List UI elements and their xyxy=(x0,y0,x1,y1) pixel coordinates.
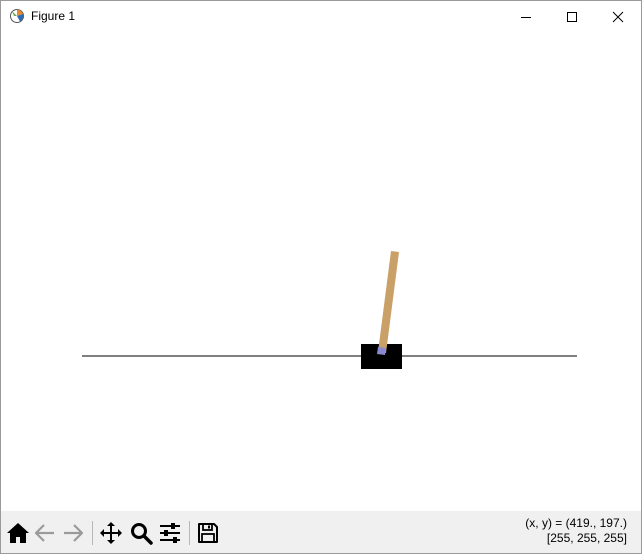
title-bar: Figure 1 xyxy=(1,1,641,32)
figure-canvas[interactable] xyxy=(1,32,641,511)
close-icon xyxy=(612,11,624,22)
navigation-toolbar: (x, y) = (419., 197.) [255, 255, 255] xyxy=(1,511,641,553)
zoom-button[interactable] xyxy=(128,520,154,546)
back-button[interactable] xyxy=(32,520,58,546)
zoom-icon xyxy=(131,523,153,545)
pan-button[interactable] xyxy=(98,520,124,546)
back-arrow-icon xyxy=(34,524,54,542)
maximize-button[interactable] xyxy=(549,1,595,32)
home-button[interactable] xyxy=(5,520,31,546)
coordinates-readout: (x, y) = (419., 197.) [255, 255, 255] xyxy=(525,516,627,546)
pole xyxy=(378,251,399,353)
forward-button[interactable] xyxy=(60,520,86,546)
configure-subplots-button[interactable] xyxy=(157,520,183,546)
toolbar-separator xyxy=(92,521,93,545)
pan-icon xyxy=(100,522,122,544)
save-icon xyxy=(198,523,218,543)
cursor-coordinates: (x, y) = (419., 197.) xyxy=(525,516,627,530)
pixel-value: [255, 255, 255] xyxy=(546,531,627,545)
minimize-button[interactable] xyxy=(503,1,549,32)
save-button[interactable] xyxy=(195,520,221,546)
home-icon xyxy=(7,523,29,543)
maximize-icon xyxy=(567,11,577,22)
forward-arrow-icon xyxy=(64,524,84,542)
figure-window: Figure 1 (x, y) = (419., 197.) [255, 255… xyxy=(0,0,642,554)
window-title: Figure 1 xyxy=(31,9,76,23)
minimize-icon xyxy=(521,16,531,18)
configure-subplots-icon xyxy=(160,523,180,543)
close-button[interactable] xyxy=(595,1,641,32)
matplotlib-app-icon xyxy=(10,9,24,23)
pole-axle xyxy=(377,347,386,355)
toolbar-separator xyxy=(189,521,190,545)
